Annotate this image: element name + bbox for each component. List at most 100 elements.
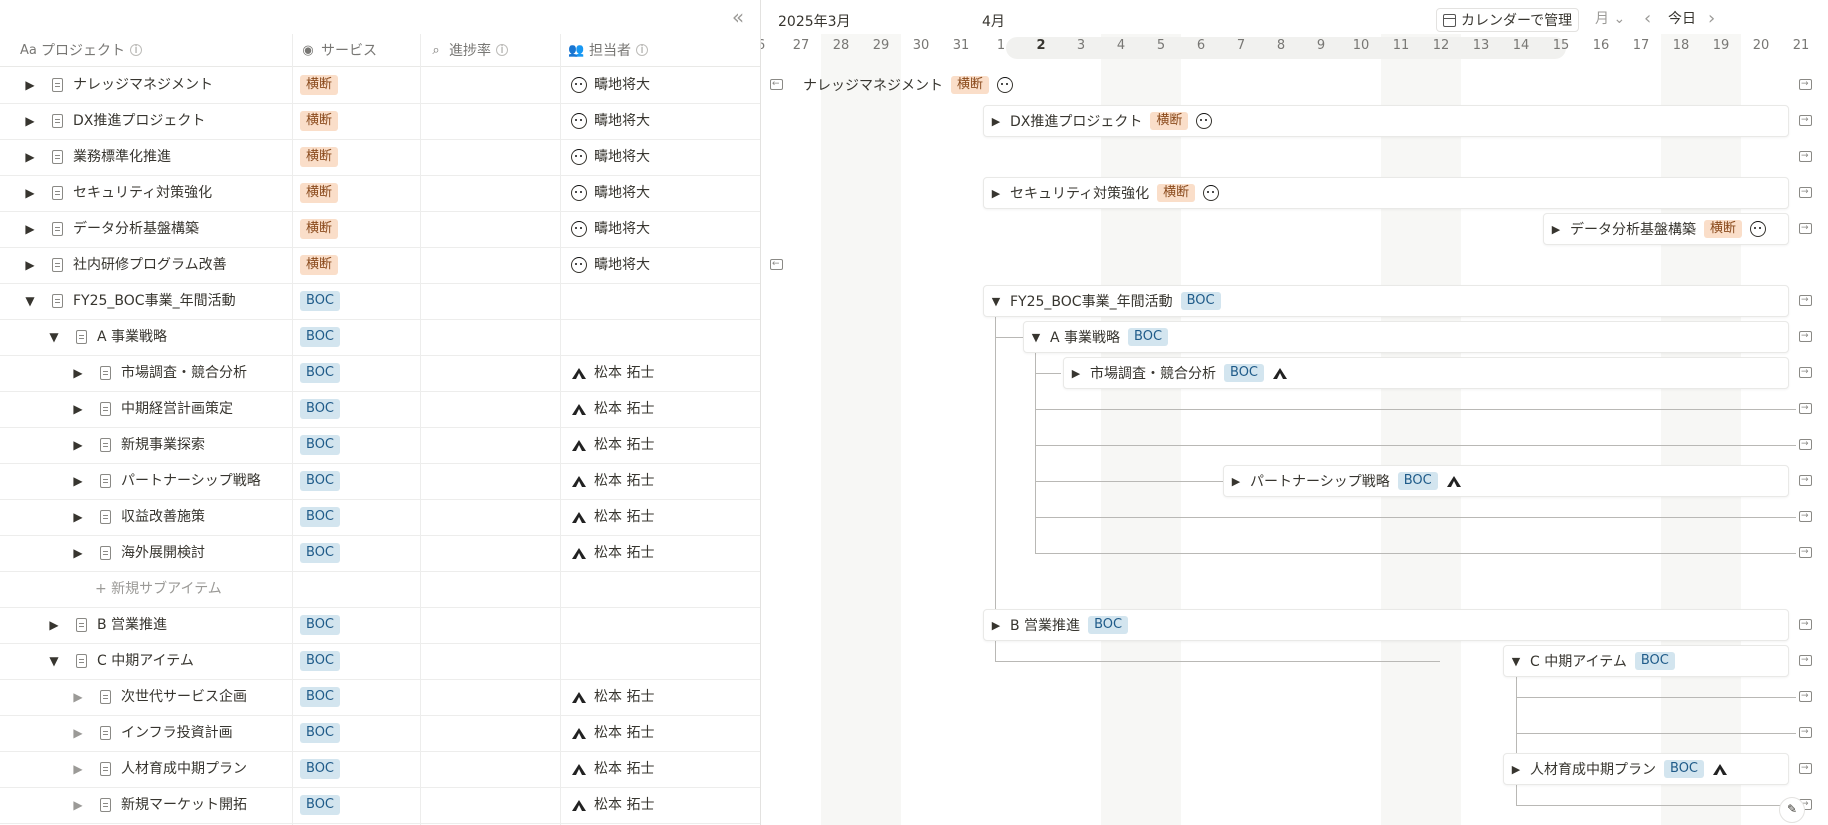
expand-toggle-icon[interactable]: ▶ — [70, 499, 86, 535]
table-row[interactable]: ▶ インフラ投資計画 BOC 松本 拓士 — [0, 715, 760, 752]
row-title[interactable]: 新規事業探索 — [121, 427, 205, 463]
assignee[interactable]: 松本 拓士 — [571, 535, 654, 571]
table-row[interactable]: ▶ 市場調査・競合分析 BOC 松本 拓士 — [0, 355, 760, 392]
expand-toggle-icon[interactable]: ▶ — [70, 391, 86, 427]
expand-toggle-icon[interactable]: ▶ — [1510, 763, 1522, 776]
assignee[interactable]: 疇地将大 — [571, 211, 650, 247]
expand-toggle-icon[interactable]: ▶ — [22, 211, 38, 247]
assignee[interactable]: 松本 拓士 — [571, 427, 654, 463]
expand-toggle-icon[interactable]: ▶ — [70, 787, 86, 823]
expand-toggle-icon[interactable]: ▶ — [70, 463, 86, 499]
column-header[interactable]: Aa プロジェクト i — [20, 34, 142, 66]
expand-toggle-icon[interactable]: ▶ — [70, 679, 86, 715]
scroll-to-item-icon[interactable] — [1799, 688, 1812, 704]
table-row[interactable]: ▶ B 営業推進 BOC — [0, 607, 760, 644]
row-title[interactable]: パートナーシップ戦略 — [121, 463, 261, 499]
expand-toggle-icon[interactable]: ▶ — [1550, 223, 1562, 236]
table-row[interactable]: ▶ 海外展開検討 BOC 松本 拓士 — [0, 535, 760, 572]
table-row[interactable]: ▶ データ分析基盤構築 横断 疇地将大 — [0, 211, 760, 248]
scroll-to-item-icon[interactable] — [1799, 148, 1812, 164]
column-header[interactable]: ◉ サービス — [300, 34, 377, 66]
scroll-to-item-icon[interactable] — [1799, 292, 1812, 308]
row-title[interactable]: 次世代サービス企画 — [121, 679, 247, 715]
timeline-bar[interactable]: ナレッジマネジメント 横断 — [797, 69, 1789, 101]
expand-toggle-icon[interactable]: ▶ — [990, 619, 1002, 632]
scroll-to-item-icon[interactable] — [1799, 436, 1812, 452]
timeline-bar[interactable]: ▶ データ分析基盤構築 横断 — [1543, 213, 1789, 245]
row-title[interactable]: 海外展開検討 — [121, 535, 205, 571]
expand-toggle-icon[interactable]: ▶ — [22, 103, 38, 139]
assignee[interactable]: 疇地将大 — [571, 103, 650, 139]
expand-toggle-icon[interactable]: ▶ — [70, 355, 86, 391]
scroll-to-item-icon[interactable] — [1799, 112, 1812, 128]
feather-icon[interactable]: ✎ — [1779, 797, 1805, 823]
expand-toggle-icon[interactable]: ▶ — [990, 187, 1002, 200]
row-title[interactable]: 業務標準化推進 — [73, 139, 171, 175]
table-row[interactable]: ▶ 社内研修プログラム改善 横断 疇地将大 — [0, 247, 760, 284]
row-title[interactable]: データ分析基盤構築 — [73, 211, 199, 247]
prev-button[interactable]: ‹ — [1644, 8, 1651, 30]
table-row[interactable]: ▶ パートナーシップ戦略 BOC 松本 拓士 — [0, 463, 760, 500]
scroll-to-item-icon[interactable] — [1799, 328, 1812, 344]
row-title[interactable]: ナレッジマネジメント — [73, 67, 213, 103]
timeline-bar[interactable]: ▶ DX推進プロジェクト 横断 — [983, 105, 1789, 137]
expand-toggle-icon[interactable]: ▶ — [70, 715, 86, 751]
assignee[interactable]: 疇地将大 — [571, 175, 650, 211]
collapse-toggle-icon[interactable]: ▼ — [990, 295, 1002, 308]
timeline-bar[interactable]: ▼ FY25_BOC事業_年間活動 BOC — [983, 285, 1789, 317]
table-row[interactable]: ▶ DX推進プロジェクト 横断 疇地将大 — [0, 103, 760, 140]
scroll-to-item-icon[interactable] — [1799, 616, 1812, 632]
assignee[interactable]: 疇地将大 — [571, 67, 650, 103]
row-title[interactable]: 収益改善施策 — [121, 499, 205, 535]
table-row[interactable]: ▶ 新規事業探索 BOC 松本 拓士 — [0, 427, 760, 464]
assignee[interactable]: 松本 拓士 — [571, 787, 654, 823]
row-title[interactable]: 社内研修プログラム改善 — [73, 247, 227, 283]
row-title[interactable]: インフラ投資計画 — [121, 715, 233, 751]
table-row[interactable]: ▶ 業務標準化推進 横断 疇地将大 — [0, 139, 760, 176]
table-row[interactable]: ▶ セキュリティ対策強化 横断 疇地将大 — [0, 175, 760, 212]
scroll-to-item-icon[interactable] — [1799, 760, 1812, 776]
expand-toggle-icon[interactable]: ▶ — [46, 607, 62, 643]
table-row[interactable]: ▶ 中期経営計画策定 BOC 松本 拓士 — [0, 391, 760, 428]
expand-toggle-icon[interactable]: ▶ — [70, 535, 86, 571]
scroll-to-item-icon[interactable] — [770, 256, 783, 272]
row-title[interactable]: 人材育成中期プラン — [121, 751, 247, 787]
collapse-toggle-icon[interactable]: ▼ — [1030, 331, 1042, 344]
scroll-to-item-icon[interactable] — [1799, 184, 1812, 200]
collapse-toggle-icon[interactable]: ▼ — [1510, 655, 1522, 668]
assignee[interactable]: 松本 拓士 — [571, 751, 654, 787]
table-row[interactable]: ▼ A 事業戦略 BOC — [0, 319, 760, 356]
expand-toggle-icon[interactable]: ▶ — [22, 67, 38, 103]
timeline-bar[interactable]: ▼ C 中期アイテム BOC — [1503, 645, 1789, 677]
expand-toggle-icon[interactable]: ▶ — [990, 115, 1002, 128]
row-title[interactable]: セキュリティ対策強化 — [73, 175, 212, 211]
expand-toggle-icon[interactable]: ▶ — [1230, 475, 1242, 488]
scroll-to-item-icon[interactable] — [1799, 76, 1812, 92]
row-title[interactable]: A 事業戦略 — [97, 319, 167, 355]
scroll-to-item-icon[interactable] — [1799, 364, 1812, 380]
timeline-bar[interactable]: ▶ B 営業推進 BOC — [983, 609, 1789, 641]
timeline-bar[interactable]: ▶ パートナーシップ戦略 BOC — [1223, 465, 1789, 497]
timeline-bar[interactable]: ▼ A 事業戦略 BOC — [1023, 321, 1789, 353]
scroll-to-item-icon[interactable] — [770, 76, 783, 92]
view-mode-select[interactable]: 月 ⌄ — [1595, 8, 1625, 30]
assignee[interactable]: 疇地将大 — [571, 139, 650, 175]
collapse-toggle-icon[interactable]: ▼ — [22, 283, 38, 319]
scroll-to-item-icon[interactable] — [1799, 508, 1812, 524]
row-title[interactable]: 新規マーケット開拓 — [121, 787, 247, 823]
assignee[interactable]: 松本 拓士 — [571, 391, 654, 427]
scroll-to-item-icon[interactable] — [1799, 400, 1812, 416]
table-row[interactable]: ▶ 次世代サービス企画 BOC 松本 拓士 — [0, 679, 760, 716]
assignee[interactable]: 松本 拓士 — [571, 679, 654, 715]
table-row[interactable]: ▶ 収益改善施策 BOC 松本 拓士 — [0, 499, 760, 536]
collapse-toggle-icon[interactable]: ▼ — [46, 319, 62, 355]
expand-toggle-icon[interactable]: ▶ — [1070, 367, 1082, 380]
scroll-to-item-icon[interactable] — [1799, 724, 1812, 740]
row-title[interactable]: 中期経営計画策定 — [121, 391, 233, 427]
row-title[interactable]: C 中期アイテム — [97, 643, 194, 679]
assignee[interactable]: 松本 拓士 — [571, 499, 654, 535]
row-title[interactable]: FY25_BOC事業_年間活動 — [73, 283, 236, 319]
new-subitem-button[interactable]: + 新規サブアイテム — [95, 571, 222, 607]
scroll-to-item-icon[interactable] — [1799, 652, 1812, 668]
scroll-to-item-icon[interactable] — [1799, 220, 1812, 236]
